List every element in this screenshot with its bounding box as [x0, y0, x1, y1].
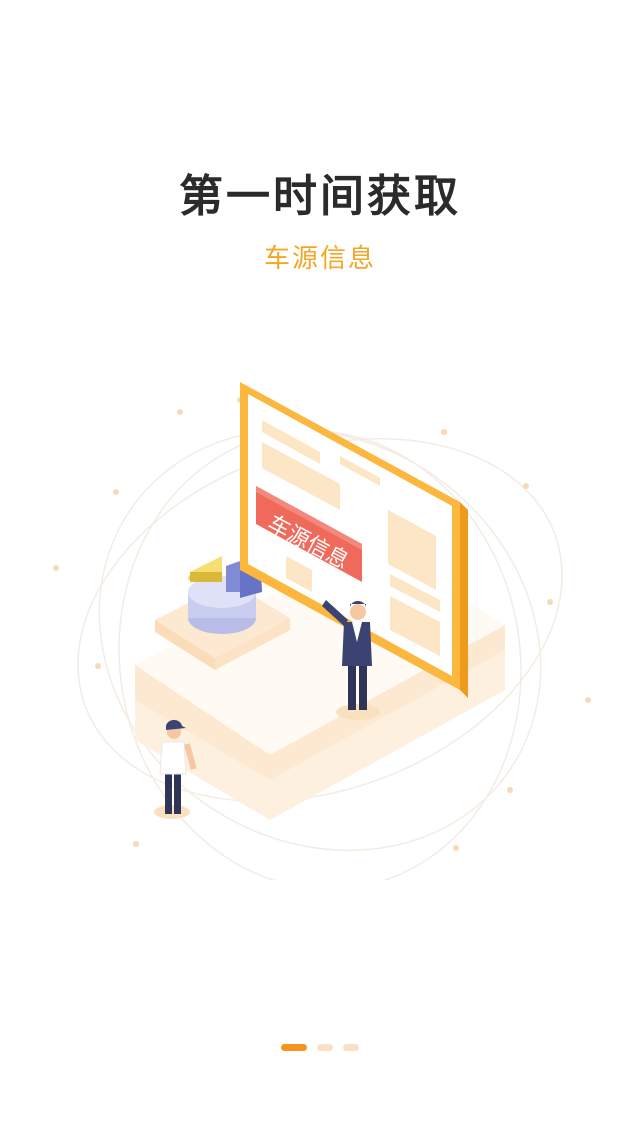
onboarding-screen: 第一时间获取 车源信息 车源信息: [0, 0, 640, 1136]
page-indicator-dot-3[interactable]: [343, 1044, 359, 1051]
page-indicator-dot-2[interactable]: [317, 1044, 333, 1051]
page-subtitle: 车源信息: [263, 244, 376, 274]
page-indicator-dot-1[interactable]: [281, 1044, 307, 1051]
onboarding-illustration: 车源信息: [53, 382, 591, 880]
page-indicator: [0, 1044, 640, 1051]
page-title: 第一时间获取: [179, 171, 461, 222]
